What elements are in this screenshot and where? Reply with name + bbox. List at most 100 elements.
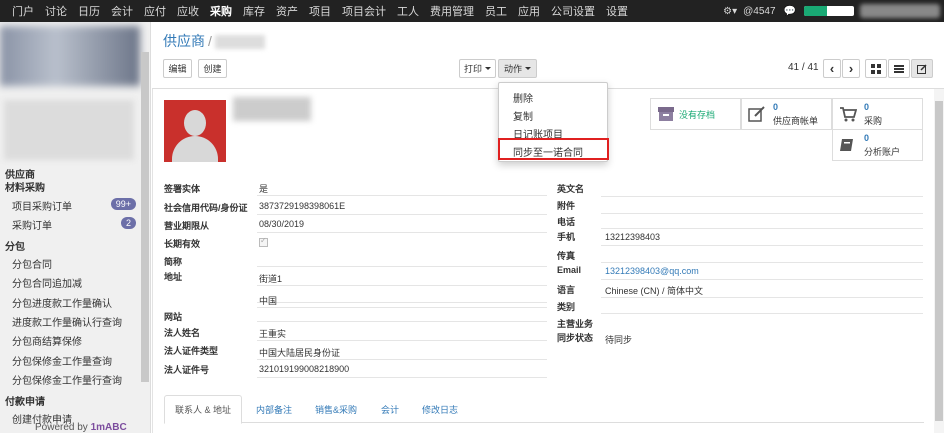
menu-expenses[interactable]: 费用管理	[430, 3, 474, 19]
label-id-number: 法人证件号	[164, 365, 210, 375]
powered-by-brand[interactable]: 1mABC	[91, 422, 127, 433]
badge-po: 2	[120, 217, 136, 229]
tab-change-log[interactable]: 修改日志	[412, 395, 468, 423]
field-underline	[257, 214, 547, 215]
form-view-button[interactable]	[911, 59, 933, 78]
chat-icon[interactable]: 💬	[784, 6, 796, 17]
sidebar-item-project-po[interactable]: 项目采购订单	[12, 198, 72, 213]
print-button[interactable]: 打印	[459, 59, 496, 78]
sidebar-item-warranty-query[interactable]: 分包保修金工作量查询	[12, 353, 112, 368]
stat-archive-button[interactable]: 没有存档	[650, 98, 741, 130]
value-credit-code: 3873729198398061E	[259, 201, 346, 211]
field-underline	[257, 377, 547, 378]
prev-record-button[interactable]: ‹	[823, 59, 841, 78]
stat-purchase-button[interactable]: 0 采购	[832, 98, 923, 130]
list-view-button[interactable]	[888, 59, 910, 78]
action-button[interactable]: 动作	[498, 59, 537, 78]
menu-accounting[interactable]: 会计	[111, 3, 133, 19]
caret-down-icon	[485, 67, 491, 70]
menu-portal[interactable]: 门户	[12, 3, 34, 19]
stat-vendor-bills-button[interactable]: 0 供应商帐单	[741, 98, 832, 130]
field-underline	[601, 228, 923, 229]
menu-workers[interactable]: 工人	[397, 3, 419, 19]
vendor-avatar[interactable]	[164, 100, 226, 162]
sidebar-scrollbar[interactable]	[141, 52, 149, 382]
sidebar-item-po[interactable]: 采购订单	[12, 217, 52, 232]
main-scrollbar-thumb[interactable]	[935, 101, 943, 421]
stat-analytic-button[interactable]: 0 分析账户	[832, 129, 923, 161]
field-underline	[601, 313, 923, 314]
main-content: 供应商 / 编辑 创建 打印 动作 41 / 41 ‹ › 没有存档 0 供应商帐…	[152, 22, 944, 433]
menu-employees[interactable]: 员工	[485, 3, 507, 19]
vendor-name	[233, 97, 311, 121]
menu-project-accounting[interactable]: 项目会计	[342, 3, 386, 19]
progress-fill	[804, 6, 827, 16]
label-phone: 电话	[557, 217, 576, 227]
menu-payable[interactable]: 应付	[144, 3, 166, 19]
menu-company-settings[interactable]: 公司设置	[551, 3, 595, 19]
tab-internal-notes[interactable]: 内部备注	[246, 395, 302, 423]
create-button[interactable]: 创建	[198, 59, 227, 78]
value-signing-entity: 是	[259, 184, 269, 194]
menu-inventory[interactable]: 库存	[243, 3, 265, 19]
user-menu[interactable]	[860, 4, 940, 18]
analytic-label: 分析账户	[864, 147, 901, 157]
menu-calendar[interactable]: 日历	[78, 3, 100, 19]
pager-counter[interactable]: 41 / 41	[788, 62, 819, 73]
menu-assets[interactable]: 资产	[276, 3, 298, 19]
next-record-button[interactable]: ›	[842, 59, 860, 78]
menu-item-duplicate[interactable]: 复制	[513, 108, 533, 123]
label-attachment: 附件	[557, 201, 576, 211]
field-underline	[257, 340, 547, 341]
gear-icon[interactable]: ⚙▾	[723, 6, 737, 17]
menu-item-delete[interactable]: 删除	[513, 90, 533, 105]
value-street: 街道1	[259, 274, 283, 284]
field-underline	[257, 321, 547, 322]
menu-apps[interactable]: 应用	[518, 3, 540, 19]
label-business-term: 营业期限从	[164, 221, 210, 231]
value-id-number: 321019199008218900	[259, 364, 350, 374]
breadcrumb: 供应商 /	[163, 31, 265, 51]
menu-receivable[interactable]: 应收	[177, 3, 199, 19]
company-logo	[0, 26, 140, 86]
field-underline	[257, 195, 547, 196]
sidebar-item-subcontract[interactable]: 分包合同	[12, 256, 52, 271]
mentions-counter[interactable]: @4547	[743, 6, 775, 17]
value-mobile: 13212398403	[605, 232, 661, 242]
annotation-highlight-box	[498, 138, 609, 160]
label-short-name: 简称	[164, 257, 183, 267]
tab-accounting[interactable]: 会计	[371, 395, 409, 423]
menu-project[interactable]: 项目	[309, 3, 331, 19]
field-underline	[601, 213, 923, 214]
long-term-checkbox[interactable]	[259, 236, 268, 247]
field-underline	[257, 359, 547, 360]
sidebar-item-progress-confirm[interactable]: 分包进度款工作量确认	[12, 295, 112, 310]
sidebar-item-progress-query[interactable]: 进度款工作量确认行查询	[12, 314, 122, 329]
sidebar-item-warranty-line-query[interactable]: 分包保修金工作量行查询	[12, 372, 122, 387]
label-address: 地址	[164, 272, 183, 282]
field-underline	[257, 266, 547, 267]
top-menu: 门户 讨论 日历 会计 应付 应收 采购 库存 资产 项目 项目会计 工人 费用…	[0, 3, 639, 19]
tab-sales-purchase[interactable]: 销售&采购	[305, 395, 367, 423]
field-underline	[257, 302, 547, 303]
label-mobile: 手机	[557, 232, 576, 242]
archive-label: 没有存档	[679, 110, 716, 120]
sidebar-item-subcontract-adjust[interactable]: 分包合同追加减	[12, 275, 82, 290]
sidebar-head-material-purchase: 材料采购	[5, 183, 45, 194]
edit-button[interactable]: 编辑	[163, 59, 192, 78]
menu-discuss[interactable]: 讨论	[45, 3, 67, 19]
label-website: 网站	[164, 312, 183, 322]
field-underline	[601, 196, 923, 197]
topbar-right: ⚙▾ @4547 💬	[723, 0, 944, 22]
sidebar-item-settlement-warranty[interactable]: 分包商结算保修	[12, 333, 82, 348]
value-email-link[interactable]: 13212398403@qq.com	[605, 266, 699, 276]
breadcrumb-vendors[interactable]: 供应商	[163, 33, 205, 49]
kanban-view-button[interactable]	[865, 59, 887, 78]
menu-settings[interactable]: 设置	[606, 3, 628, 19]
print-label: 打印	[463, 64, 482, 74]
cart-icon	[840, 107, 857, 122]
caret-down-icon	[525, 67, 531, 70]
tab-contacts-address[interactable]: 联系人 & 地址	[164, 395, 243, 424]
main-scrollbar[interactable]	[934, 89, 944, 433]
menu-purchase[interactable]: 采购	[210, 3, 232, 19]
